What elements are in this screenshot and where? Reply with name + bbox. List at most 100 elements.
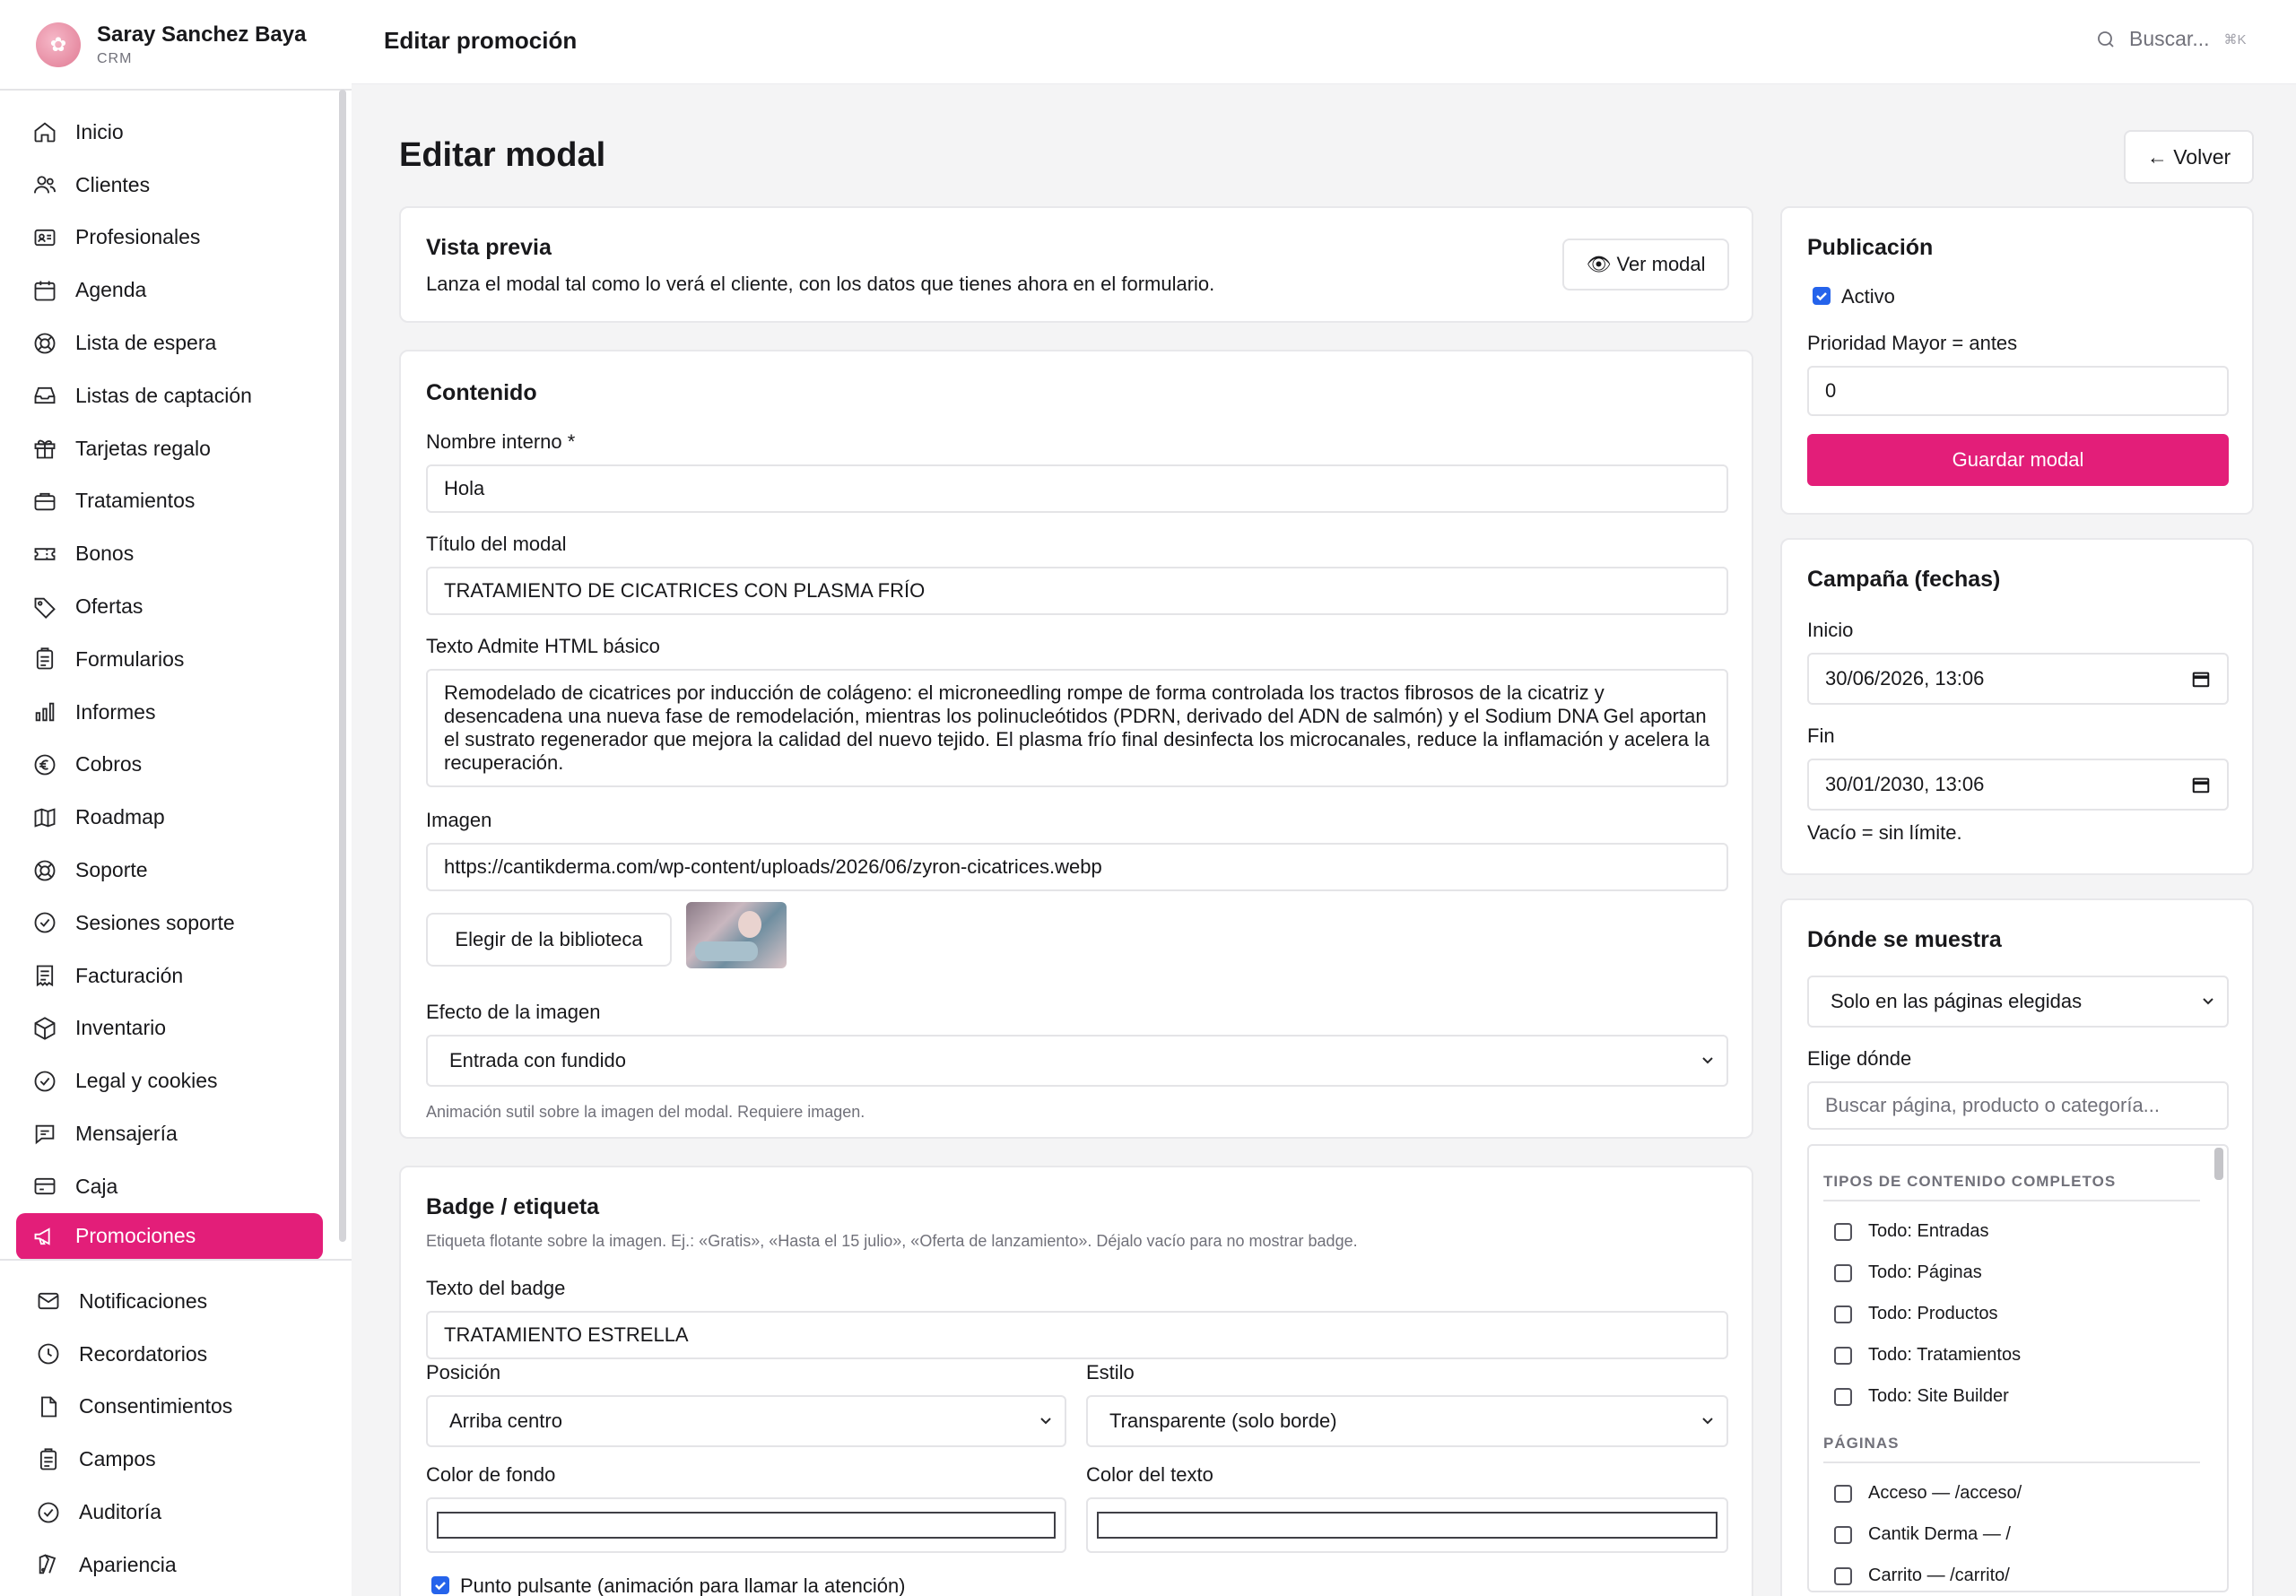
sidebar-item-label: Apariencia xyxy=(79,1552,177,1576)
active-label: Activo xyxy=(1841,285,1895,308)
sidebar-item-tarjetas-regalo[interactable]: Tarjetas regalo xyxy=(16,422,323,475)
choose-library-button[interactable]: Elegir de la biblioteca xyxy=(426,913,672,967)
sidebar-item-label: Tratamientos xyxy=(75,489,196,513)
sidebar-item-ofertas[interactable]: Ofertas xyxy=(16,580,323,633)
bg-color-picker[interactable] xyxy=(426,1497,1066,1553)
sidebar-item-cobros[interactable]: Cobros xyxy=(16,739,323,792)
sidebar-item-recordatorios[interactable]: Recordatorios xyxy=(20,1328,326,1381)
sidebar-item-label: Inventario xyxy=(75,1016,167,1040)
sidebar-item-label: Sesiones soporte xyxy=(75,910,235,934)
badge-position-select[interactable]: Arriba centro xyxy=(426,1395,1066,1447)
option-checkbox[interactable] xyxy=(1834,1526,1852,1544)
text-textarea[interactable]: Remodelado de cicatrices por inducción d… xyxy=(426,669,1728,787)
sidebar-item-label: Caja xyxy=(75,1174,118,1198)
box-icon xyxy=(34,1017,56,1040)
sidebar-item-label: Consentimientos xyxy=(79,1394,233,1418)
option-checkbox[interactable] xyxy=(1834,1485,1852,1503)
image-effect-select[interactable]: Entrada con fundido xyxy=(426,1035,1728,1087)
where-search-input[interactable]: Buscar página, producto o categoría... xyxy=(1807,1081,2229,1130)
sidebar-item-label: Formularios xyxy=(75,646,185,671)
sidebar-item-consentimientos[interactable]: Consentimientos xyxy=(20,1381,326,1434)
sidebar-item-apariencia[interactable]: Apariencia xyxy=(20,1539,326,1592)
sidebar-item-label: Agenda xyxy=(75,278,147,302)
display-mode-select[interactable]: Solo en las páginas elegidas xyxy=(1807,976,2229,1028)
sidebar-item-promociones[interactable]: Promociones xyxy=(16,1212,323,1260)
text-color-picker[interactable] xyxy=(1086,1497,1728,1553)
badge-style-select[interactable]: Transparente (solo borde) xyxy=(1086,1395,1728,1447)
sidebar-item-facturacion[interactable]: Facturación xyxy=(16,950,323,1002)
where-title: Dónde se muestra xyxy=(1807,927,2002,952)
sidebar-item-soporte[interactable]: Soporte xyxy=(16,844,323,897)
global-search[interactable]: Buscar... ⌘K xyxy=(2095,27,2247,51)
option-label: Todo: Productos xyxy=(1868,1304,1998,1323)
sidebar-item-label: Auditoría xyxy=(79,1500,162,1524)
sidebar-item-label: Listas de captación xyxy=(75,383,252,407)
sidebar-item-notificaciones[interactable]: Notificaciones xyxy=(20,1275,326,1328)
option-checkbox[interactable] xyxy=(1834,1305,1852,1323)
option-checkbox[interactable] xyxy=(1834,1567,1852,1585)
option-checkbox[interactable] xyxy=(1834,1223,1852,1241)
badge-position-label: Posición xyxy=(426,1361,501,1383)
sidebar-item-label: Mensajería xyxy=(75,1122,178,1146)
sidebar-item-roadmap[interactable]: Roadmap xyxy=(16,791,323,844)
internal-name-input[interactable]: Hola xyxy=(426,464,1728,513)
image-effect-label: Efecto de la imagen xyxy=(426,1001,601,1023)
image-url-input[interactable]: https://cantikderma.com/wp-content/uploa… xyxy=(426,843,1728,891)
select-value: Arriba centro xyxy=(449,1410,562,1432)
where-list-scrollbar[interactable] xyxy=(2214,1148,2223,1180)
sidebar-item-informes[interactable]: Informes xyxy=(16,686,323,739)
choose-where-label: Elige dónde xyxy=(1807,1047,1912,1070)
option-checkbox[interactable] xyxy=(1834,1347,1852,1365)
sidebar-item-clientes[interactable]: Clientes xyxy=(16,159,323,212)
sidebar-item-sesiones-soporte[interactable]: Sesiones soporte xyxy=(16,897,323,950)
chevron-down-icon xyxy=(1702,1418,1713,1425)
group-heading: PÁGINAS xyxy=(1823,1435,1900,1452)
start-date-input[interactable]: 30/06/2026, 13:06 xyxy=(1807,653,2229,705)
sidebar-item-label: Profesionales xyxy=(75,225,201,249)
priority-input[interactable]: 0 xyxy=(1807,366,2229,416)
palette-icon xyxy=(39,1554,57,1574)
badge-text-input[interactable]: TRATAMIENTO ESTRELLA xyxy=(426,1311,1728,1359)
chevron-down-icon xyxy=(2203,998,2213,1005)
topbar-title: Editar promoción xyxy=(384,27,578,54)
sidebar-item-label: Roadmap xyxy=(75,805,165,829)
option-label: Todo: Entradas xyxy=(1868,1221,1989,1241)
sidebar-item-lista-de-espera[interactable]: Lista de espera xyxy=(16,317,323,369)
modal-title-input[interactable]: TRATAMIENTO DE CICATRICES CON PLASMA FRÍ… xyxy=(426,567,1728,615)
sidebar-item-inicio[interactable]: Inicio xyxy=(16,106,323,159)
sidebar-item-mensajeria[interactable]: Mensajería xyxy=(16,1107,323,1160)
active-checkbox[interactable] xyxy=(1813,287,1831,305)
image-thumbnail[interactable] xyxy=(686,902,787,968)
sidebar-item-profesionales[interactable]: Profesionales xyxy=(16,212,323,265)
sidebar-item-formularios[interactable]: Formularios xyxy=(16,633,323,686)
clipboard-icon xyxy=(36,647,54,670)
check-icon xyxy=(435,1582,446,1591)
chevron-down-icon xyxy=(1040,1418,1051,1425)
option-checkbox[interactable] xyxy=(1834,1264,1852,1282)
sidebar-item-tratamientos[interactable]: Tratamientos xyxy=(16,475,323,528)
end-date-label: Fin xyxy=(1807,724,1835,747)
profile-header[interactable]: ✿ Saray Sanchez Baya CRM xyxy=(0,0,352,90)
sidebar-item-campos[interactable]: Campos xyxy=(20,1433,326,1486)
option-checkbox[interactable] xyxy=(1834,1388,1852,1406)
pulse-checkbox[interactable] xyxy=(431,1576,449,1594)
sidebar-item-agenda[interactable]: Agenda xyxy=(16,264,323,317)
where-options-list[interactable]: TIPOS DE CONTENIDO COMPLETOS Todo: Entra… xyxy=(1807,1144,2229,1592)
sidebar-scrollbar[interactable] xyxy=(339,90,346,1242)
save-modal-button[interactable]: Guardar modal xyxy=(1807,434,2229,486)
back-button[interactable]: ← Volver xyxy=(2124,130,2254,184)
badge-card: Badge / etiqueta Etiqueta flotante sobre… xyxy=(399,1166,1753,1596)
sidebar-item-bonos[interactable]: Bonos xyxy=(16,527,323,580)
message-icon xyxy=(35,1124,55,1144)
sidebar-item-listas-de-captacion[interactable]: Listas de captación xyxy=(16,369,323,422)
calendar-icon[interactable] xyxy=(2191,775,2211,794)
sidebar-item-inventario[interactable]: Inventario xyxy=(16,1002,323,1055)
preview-description: Lanza el modal tal como lo verá el clien… xyxy=(426,273,1215,295)
view-modal-button[interactable]: 👁 Ver modal xyxy=(1562,239,1729,291)
sidebar-item-caja[interactable]: Caja xyxy=(16,1160,323,1213)
chevron-down-icon xyxy=(1702,1057,1713,1064)
sidebar-item-auditoria[interactable]: Auditoría xyxy=(20,1486,326,1539)
calendar-icon[interactable] xyxy=(2191,669,2211,689)
sidebar-item-legal-y-cookies[interactable]: Legal y cookies xyxy=(16,1054,323,1107)
end-date-input[interactable]: 30/01/2030, 13:06 xyxy=(1807,759,2229,811)
